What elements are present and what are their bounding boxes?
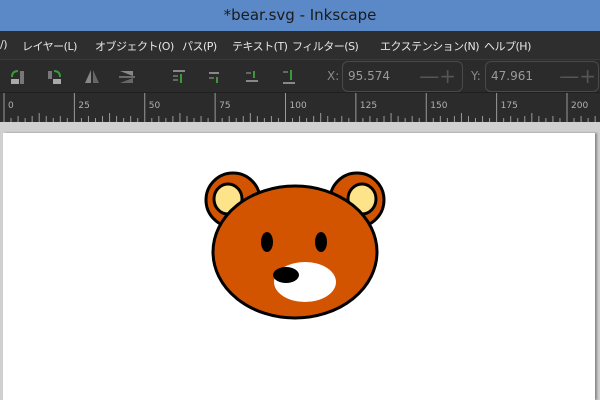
raise-to-top-icon[interactable] xyxy=(170,68,188,86)
ruler-label: 75 xyxy=(219,101,230,111)
flip-horizontal-icon[interactable] xyxy=(83,68,101,86)
y-stepper-icon[interactable]: —+ xyxy=(559,62,596,90)
ruler-label: 200 xyxy=(571,101,588,111)
menu-item-layer[interactable]: レイヤー(L) xyxy=(22,38,77,54)
left-eye xyxy=(261,232,273,252)
bear-drawing[interactable] xyxy=(0,122,600,400)
raise-icon[interactable] xyxy=(206,68,224,86)
rotate-cw-icon[interactable] xyxy=(45,68,63,86)
menu-item-text[interactable]: テキスト(T) xyxy=(232,38,288,54)
x-value: 95.574 xyxy=(348,69,390,83)
menu-item-filters[interactable]: フィルター(S) xyxy=(292,38,359,54)
nose xyxy=(273,267,299,283)
canvas-area[interactable] xyxy=(0,122,600,400)
tool-controls-bar: X: 95.574 —+ Y: 47.961 —+ xyxy=(0,59,600,93)
ruler-label: 50 xyxy=(149,101,161,111)
horizontal-ruler[interactable]: 0 25 50 75 100 125 150 175 200 xyxy=(0,93,600,122)
y-label: Y: xyxy=(471,69,481,83)
menu-item-view[interactable]: /) xyxy=(0,38,8,51)
y-value: 47.961 xyxy=(491,69,533,83)
menu-bar: /) レイヤー(L) オブジェクト(O) パス(P) テキスト(T) フィルター… xyxy=(0,31,600,59)
menu-item-extensions[interactable]: エクステンション(N) xyxy=(380,38,479,54)
ruler-label: 175 xyxy=(501,101,518,111)
lower-icon[interactable] xyxy=(243,68,261,86)
x-coordinate-field[interactable]: 95.574 —+ xyxy=(342,61,463,92)
menu-item-path[interactable]: パス(P) xyxy=(182,38,217,54)
rotate-ccw-icon[interactable] xyxy=(9,68,27,86)
ruler-label: 150 xyxy=(430,101,447,111)
ruler-label: 100 xyxy=(290,101,307,111)
flip-vertical-icon[interactable] xyxy=(118,68,136,86)
x-label: X: xyxy=(327,69,340,83)
right-eye xyxy=(315,232,327,252)
title-bar: *bear.svg - Inkscape xyxy=(0,0,600,31)
ruler-label: 0 xyxy=(8,101,14,111)
y-coordinate-field[interactable]: 47.961 —+ xyxy=(485,61,599,92)
lower-to-bottom-icon[interactable] xyxy=(280,68,298,86)
menu-item-help[interactable]: ヘルプ(H) xyxy=(484,38,531,54)
ruler-label: 125 xyxy=(360,101,377,111)
x-stepper-icon[interactable]: —+ xyxy=(419,62,456,90)
ruler-label: 25 xyxy=(78,101,89,111)
menu-item-object[interactable]: オブジェクト(O) xyxy=(95,38,174,54)
